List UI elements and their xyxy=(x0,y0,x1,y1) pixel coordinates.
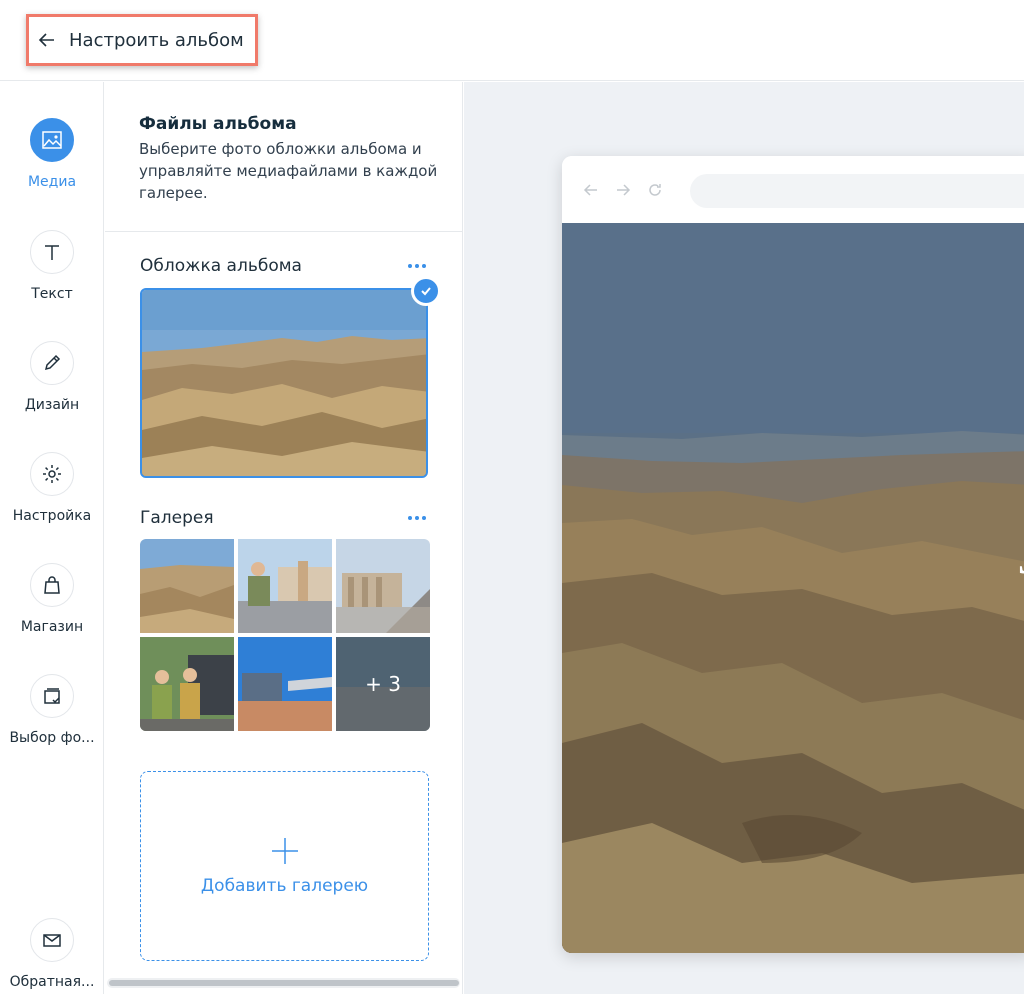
rail-item-label: Текст xyxy=(31,286,73,302)
rail-item-design[interactable]: Дизайн xyxy=(0,341,104,413)
rail-item-label: Дизайн xyxy=(24,397,80,413)
url-bar[interactable] xyxy=(690,174,1024,208)
back-button[interactable]: Настроить альбом xyxy=(26,14,258,66)
gallery-label: Галерея xyxy=(140,508,214,528)
people-car-thumb-image xyxy=(140,637,234,731)
panel-header: Файлы альбома Выберите фото обложки альб… xyxy=(105,82,462,232)
ruins-thumb-image xyxy=(336,539,430,633)
gear-icon xyxy=(43,465,61,483)
text-icon xyxy=(45,245,59,260)
gallery-thumb[interactable] xyxy=(140,539,234,633)
gallery-more-button[interactable] xyxy=(404,512,430,524)
rail-photo-select-circle xyxy=(30,674,74,718)
add-gallery-button[interactable]: Добавить галерею xyxy=(140,771,429,961)
rail-item-store[interactable]: Магазин xyxy=(0,563,104,635)
more-count: + 3 xyxy=(336,637,430,731)
rail-feedback-circle xyxy=(30,918,74,962)
gallery-grid: + 3 xyxy=(140,539,430,731)
panel-description: Выберите фото обложки альбома и управляй… xyxy=(139,140,438,202)
rail-item-label: Медиа xyxy=(27,174,77,190)
rail-item-settings[interactable]: Настройка xyxy=(0,452,104,524)
add-gallery-label: Добавить галерею xyxy=(200,876,369,896)
desert-thumb-image xyxy=(140,539,234,633)
pen-icon xyxy=(44,354,61,371)
plus-icon xyxy=(271,838,298,864)
refresh-icon[interactable] xyxy=(646,181,664,199)
rail-media-circle xyxy=(30,118,74,162)
rail-item-label: Выбор фо... xyxy=(9,730,95,746)
selected-check-icon xyxy=(411,276,441,306)
gallery-thumb-more[interactable]: + 3 xyxy=(336,637,430,731)
rail-item-label: Магазин xyxy=(20,619,84,635)
rail-text-circle xyxy=(30,230,74,274)
shopping-bag-icon xyxy=(44,576,60,594)
mail-icon xyxy=(43,934,61,947)
hero-image: J xyxy=(562,223,1024,953)
cover-image[interactable] xyxy=(140,288,428,478)
rail-store-circle xyxy=(30,563,74,607)
gallery-thumb[interactable] xyxy=(336,539,430,633)
rail-item-label: Обратная... xyxy=(9,974,95,990)
gallery-thumb[interactable] xyxy=(238,539,332,633)
desert-landscape-image xyxy=(142,290,426,476)
cover-label: Обложка альбома xyxy=(140,256,302,276)
hero-title-fragment: J xyxy=(1018,533,1024,584)
image-icon xyxy=(42,131,62,149)
gallery-thumb[interactable] xyxy=(238,637,332,731)
top-bar: Настроить альбом xyxy=(0,0,1024,81)
rail-item-feedback[interactable]: Обратная... xyxy=(0,918,104,990)
scrollbar-thumb[interactable] xyxy=(109,980,459,986)
back-button-label: Настроить альбом xyxy=(69,29,244,51)
forward-arrow-icon[interactable] xyxy=(614,181,632,199)
photo-select-icon xyxy=(44,688,60,704)
gallery-thumb[interactable] xyxy=(140,637,234,731)
browser-toolbar xyxy=(562,156,1024,223)
back-arrow-icon[interactable] xyxy=(582,181,600,199)
city-woman-thumb-image xyxy=(238,539,332,633)
rail-design-circle xyxy=(30,341,74,385)
browser-preview: J xyxy=(562,156,1024,953)
horizontal-scrollbar[interactable] xyxy=(107,978,460,988)
rail-item-label: Настройка xyxy=(12,508,92,524)
rail-item-media[interactable]: Медиа xyxy=(0,118,104,190)
cover-section-header: Обложка альбома xyxy=(140,256,430,276)
left-rail: Медиа Текст Дизайн Настройка Магазин Выб… xyxy=(0,82,104,994)
cover-more-button[interactable] xyxy=(404,260,430,272)
panel-title: Файлы альбома xyxy=(139,114,297,134)
desert-hero-image xyxy=(562,223,1024,953)
gallery-section-header: Галерея xyxy=(140,508,430,528)
album-files-panel: Файлы альбома Выберите фото обложки альб… xyxy=(105,82,463,994)
modern-building-thumb-image xyxy=(238,637,332,731)
preview-area: J xyxy=(464,82,1024,994)
arrow-left-icon xyxy=(38,33,54,47)
rail-item-photo-select[interactable]: Выбор фо... xyxy=(0,674,104,746)
rail-settings-circle xyxy=(30,452,74,496)
rail-item-text[interactable]: Текст xyxy=(0,230,104,302)
